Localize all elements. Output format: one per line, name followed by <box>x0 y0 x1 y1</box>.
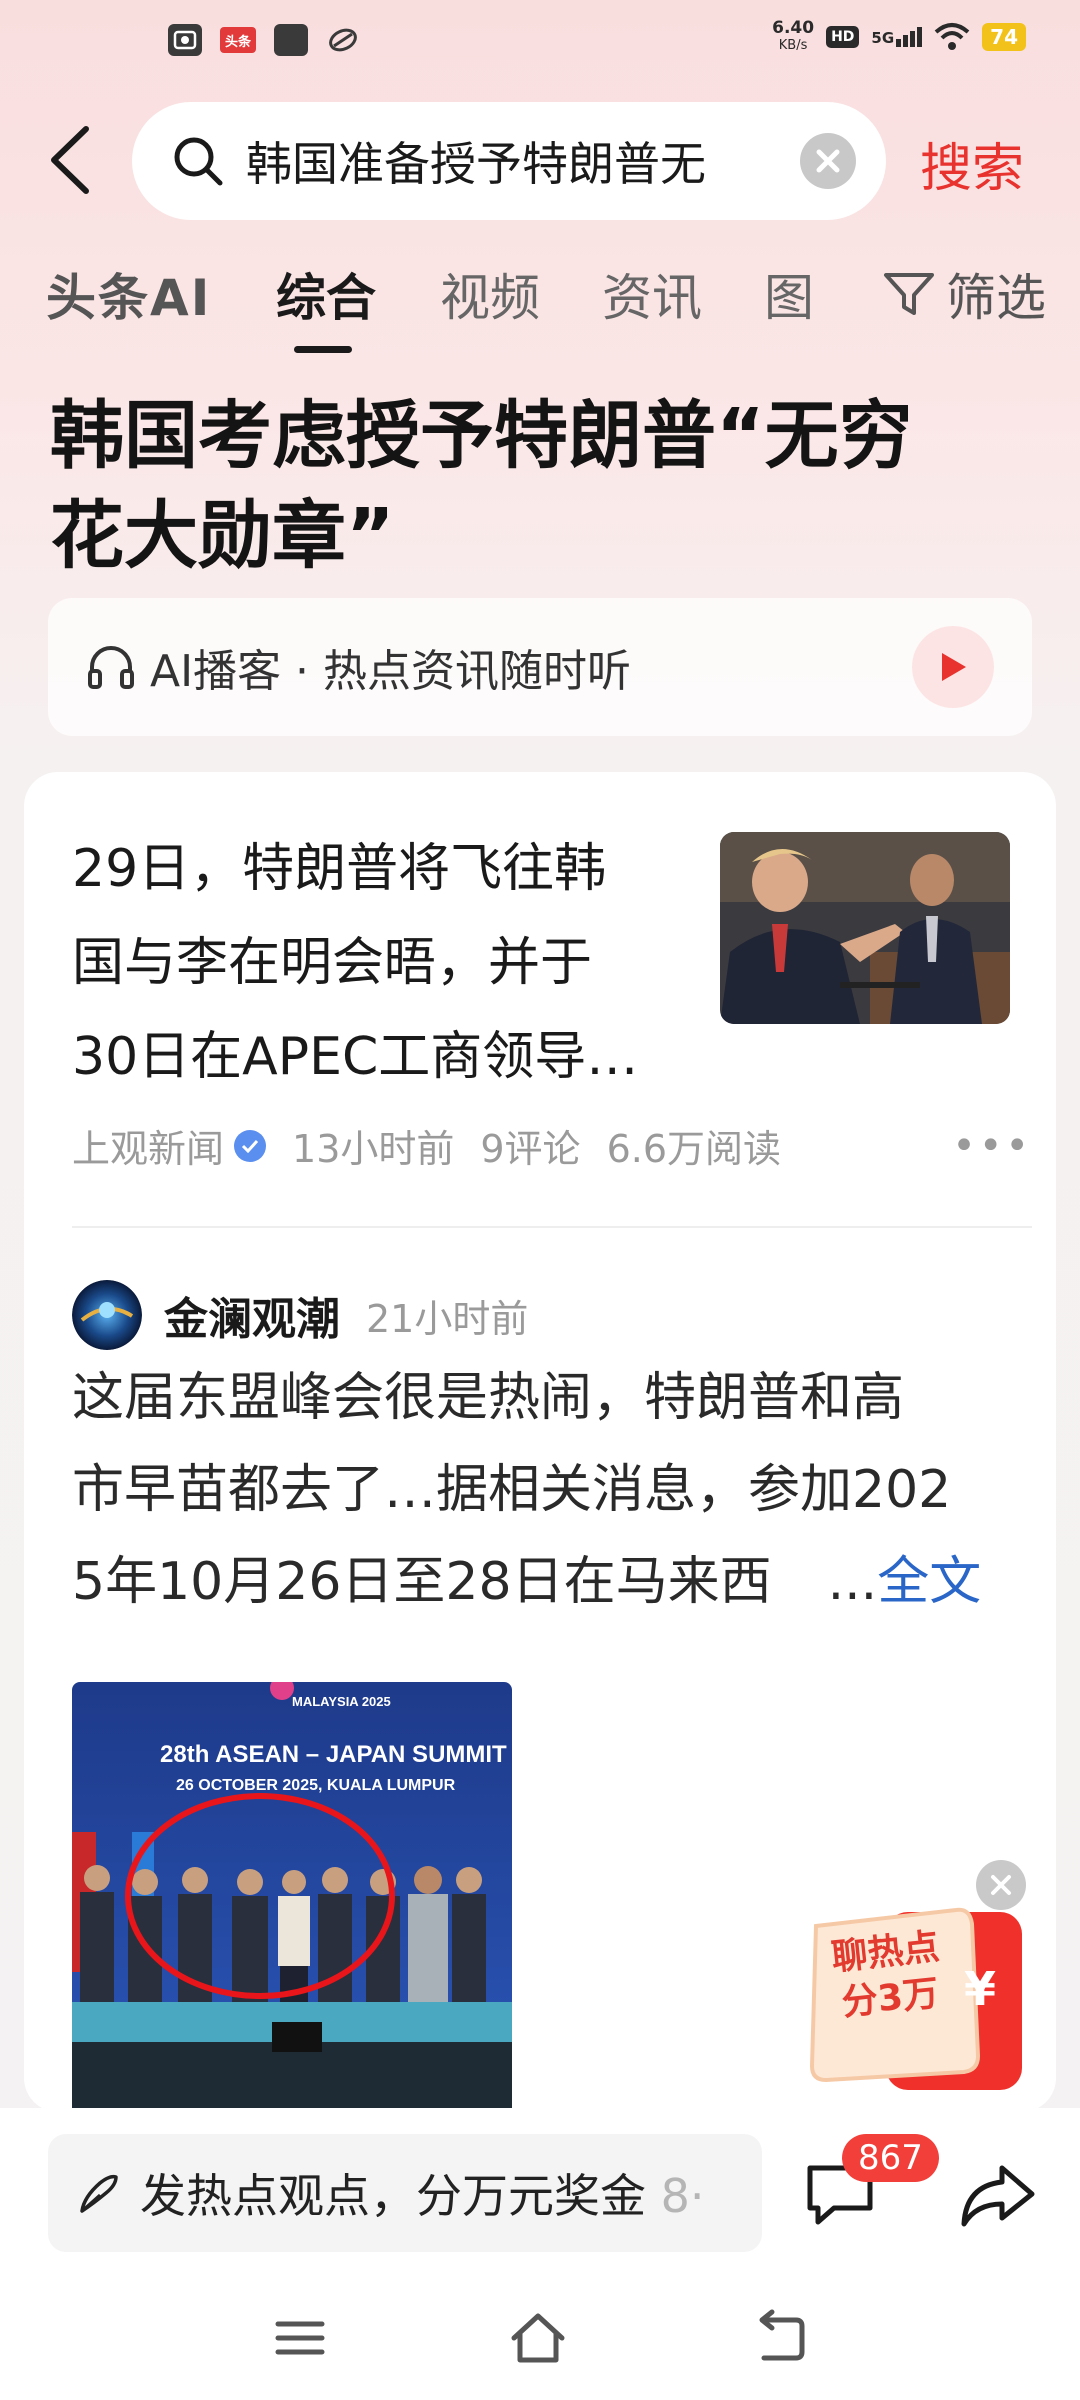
play-button[interactable] <box>912 626 994 708</box>
news-title-line-3: 30日在APEC工商领导… <box>72 1027 639 1087</box>
ai-podcast-bar[interactable]: AI播客 · 热点资讯随时听 <box>48 598 1032 736</box>
tab-toutiao-ai[interactable]: 头条AI <box>46 258 211 330</box>
promo-text: 聊热点 分3万 <box>824 1924 953 2028</box>
summit-banner-sub: 26 OCTOBER 2025, KUALA LUMPUR <box>176 1777 456 1794</box>
comment-count-badge: 867 <box>842 2134 939 2182</box>
chevron-left-icon <box>51 126 89 194</box>
full-text-link[interactable]: 全文 <box>877 1552 981 1612</box>
bottom-action-bar: 发热点观点，分万元奖金 8· 867 <box>0 2108 1080 2278</box>
summit-banner-title: 28th ASEAN – JAPAN SUMMIT <box>160 1741 507 1768</box>
share-icon[interactable] <box>958 2154 1038 2234</box>
clear-search-button[interactable] <box>800 133 856 189</box>
hd-icon: HD <box>826 26 860 48</box>
menu-icon[interactable] <box>270 2308 330 2368</box>
link-icon <box>326 24 360 56</box>
news-article-title[interactable]: 29日，特朗普将飞往韩 国与李在明会晤，并于 30日在APEC工商领导… <box>72 822 692 1104</box>
back-button[interactable] <box>40 120 100 200</box>
tab-video[interactable]: 视频 <box>440 258 540 330</box>
status-bar: 头条 6.40 KB/s HD 5G 74 <box>0 0 1080 84</box>
search-input[interactable]: 韩国准备授予特朗普无 <box>132 102 886 220</box>
post-ellipsis: ... <box>827 1552 878 1612</box>
news-thumbnail[interactable] <box>720 832 1010 1024</box>
network-speed-unit: KB/s <box>778 38 808 53</box>
news-meta: 上观新闻 13小时前 9评论 6.6万阅读 ••• <box>72 1118 1032 1173</box>
filter-label: 筛选 <box>946 269 1046 327</box>
network-speed: 6.40 KB/s <box>772 20 814 54</box>
network-type-label: 5G <box>871 29 895 47</box>
post-text-line-3-text: 5年10月26日至28日在马来西 <box>72 1552 772 1612</box>
more-icon[interactable]: ••• <box>952 1123 1032 1169</box>
verified-icon <box>234 1129 267 1162</box>
post-text-line-1: 这届东盟峰会很是热闹，特朗普和高 <box>72 1368 905 1428</box>
back-nav-icon[interactable] <box>750 2308 810 2368</box>
home-icon[interactable] <box>508 2308 568 2368</box>
headline-line-1: 韩国考虑授予特朗普“无穷 <box>50 393 913 479</box>
news-time: 13小时前 <box>292 1127 455 1171</box>
post-author-name[interactable]: 金澜观潮 <box>164 1283 340 1347</box>
search-category-tabs: 头条AI 综合 视频 资讯 图 筛选 <box>46 258 1046 353</box>
summit-banner-top: MALAYSIA 2025 <box>292 1694 391 1709</box>
comment-placeholder: 发热点观点，分万元奖金 8· <box>140 2160 705 2226</box>
podcast-label: AI播客 · 热点资讯随时听 <box>150 646 632 697</box>
filter-button[interactable]: 筛选 <box>882 258 1046 330</box>
status-system-icons: 6.40 KB/s HD 5G 74 <box>772 20 1026 54</box>
post-image[interactable]: MALAYSIA 2025 28th ASEAN – JAPAN SUMMIT … <box>72 1682 512 2112</box>
news-reads: 6.6万阅读 <box>606 1127 781 1171</box>
status-notification-icons: 头条 <box>168 24 360 56</box>
search-submit-button[interactable]: 搜索 <box>920 126 1024 201</box>
system-nav-bar <box>0 2278 1080 2400</box>
pen-icon <box>80 2174 118 2213</box>
search-icon <box>174 137 223 186</box>
news-title-line-2: 国与李在明会晤，并于 <box>72 933 593 993</box>
topic-headline[interactable]: 韩国考虑授予特朗普“无穷 花大勋章” <box>50 386 1030 586</box>
square-app-icon <box>274 24 308 56</box>
search-query[interactable]: 韩国准备授予特朗普无 <box>246 128 800 194</box>
news-title-line-1: 29日，特朗普将飞往韩 <box>72 839 607 899</box>
news-source[interactable]: 上观新闻 <box>72 1118 224 1173</box>
tab-comprehensive[interactable]: 综合 <box>276 258 376 330</box>
headphones-icon <box>88 646 134 689</box>
tab-images[interactable]: 图 <box>764 258 814 330</box>
yen-icon: ¥ <box>964 1962 997 2016</box>
comment-prompt-trail: 8· <box>660 2169 705 2223</box>
toutiao-badge-icon: 头条 <box>220 27 256 53</box>
hot-topic-promo[interactable]: 聊热点 分3万 ¥ <box>806 1896 1028 2096</box>
divider <box>72 1226 1032 1228</box>
post-author-row: 金澜观潮 21小时前 <box>72 1280 528 1350</box>
active-tab-indicator <box>294 346 352 353</box>
wifi-icon <box>934 23 970 50</box>
network-speed-value: 6.40 <box>772 18 815 38</box>
post-text-line-3: 5年10月26日至28日在马来西 ...全文 <box>72 1536 1032 1628</box>
comment-prompt: 发热点观点，分万元奖金 <box>140 2169 646 2223</box>
summit-photo: MALAYSIA 2025 28th ASEAN – JAPAN SUMMIT … <box>72 1682 512 2112</box>
post-body[interactable]: 这届东盟峰会很是热闹，特朗普和高 市早苗都去了…据相关消息，参加202 5年10… <box>72 1352 1032 1628</box>
tab-news[interactable]: 资讯 <box>602 258 702 330</box>
news-thumbnail-image <box>720 832 1010 1024</box>
comment-input[interactable]: 发热点观点，分万元奖金 8· <box>48 2134 762 2252</box>
battery-icon: 74 <box>982 23 1026 51</box>
signal-icon: 5G <box>871 27 923 47</box>
app-notification-icon <box>168 24 202 56</box>
filter-icon <box>884 273 934 315</box>
close-icon <box>991 1875 1011 1895</box>
news-comments: 9评论 <box>480 1127 581 1171</box>
play-icon <box>942 653 966 681</box>
close-icon <box>816 149 840 173</box>
headline-line-2: 花大勋章” <box>50 493 395 579</box>
post-text-line-2: 市早苗都去了…据相关消息，参加202 <box>72 1460 952 1520</box>
avatar[interactable] <box>72 1280 142 1350</box>
post-time: 21小时前 <box>366 1296 529 1341</box>
